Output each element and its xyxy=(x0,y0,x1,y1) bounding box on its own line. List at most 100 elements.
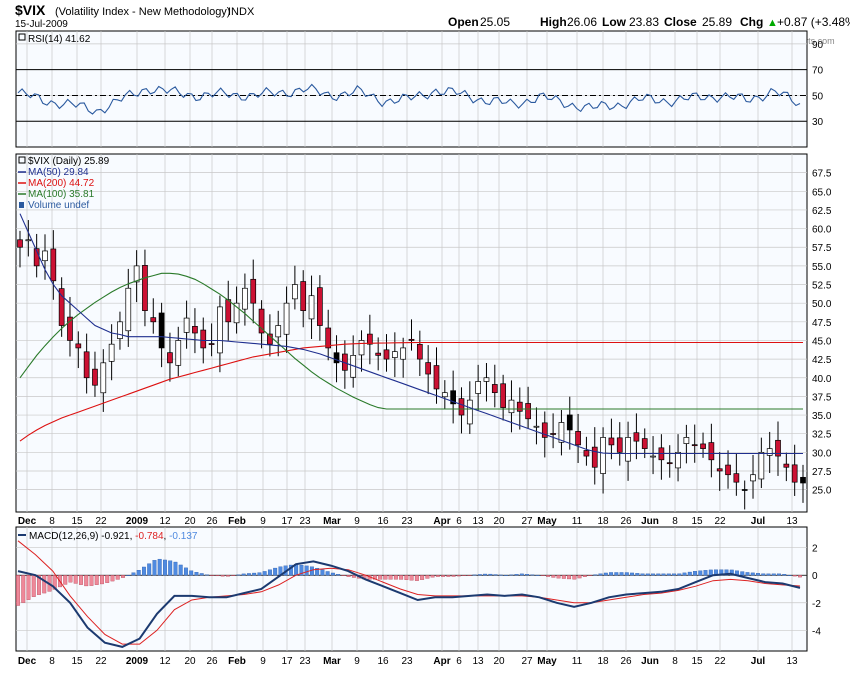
panel-frame xyxy=(15,526,808,652)
x-tick-label: 13 xyxy=(472,516,484,527)
y-tick-label: 0 xyxy=(812,571,818,582)
macd-histogram-bar xyxy=(682,572,687,576)
macd-histogram-bar xyxy=(708,569,713,576)
x-tick-label: 8 xyxy=(672,656,678,667)
macd-histogram-bar xyxy=(173,561,178,576)
low-value: 23.83 xyxy=(629,15,659,29)
legend-entry: MA(100) 35.81 xyxy=(28,189,95,200)
macd-histogram-bar xyxy=(761,573,766,576)
x-tick-label: 15 xyxy=(691,656,703,667)
x-tick-label: Apr xyxy=(433,656,450,667)
macd-histogram-bar xyxy=(409,575,414,581)
candle-body xyxy=(208,343,215,345)
macd-histogram-bar xyxy=(771,573,776,576)
x-tick-label: 16 xyxy=(377,516,389,527)
candle-body xyxy=(791,464,798,483)
candle-body xyxy=(525,403,531,420)
macd-histogram-bar xyxy=(693,571,697,576)
macd-histogram-bar xyxy=(777,573,781,576)
candle-body xyxy=(550,433,556,435)
macd-histogram-bar xyxy=(336,574,341,576)
macd-histogram-bar xyxy=(519,573,524,576)
candle-body xyxy=(683,437,690,444)
macd-histogram-bar xyxy=(477,574,482,576)
macd-histogram-bar xyxy=(635,573,640,576)
macd-histogram-bar xyxy=(388,575,393,580)
high-value: 26.06 xyxy=(567,15,597,29)
y-tick-label: 90 xyxy=(812,40,824,51)
candle-body xyxy=(408,338,415,341)
candle-body xyxy=(292,284,298,300)
macd-histogram-bar xyxy=(204,574,209,576)
macd-histogram-bar xyxy=(26,575,31,600)
candle-body xyxy=(275,325,282,338)
x-tick-label: 8 xyxy=(49,516,55,527)
macd-histogram-bar xyxy=(798,575,802,578)
macd-histogram-bar xyxy=(157,558,162,576)
y-tick-label: 35.0 xyxy=(812,411,832,422)
candle-body xyxy=(666,462,673,465)
x-tick-label: 18 xyxy=(597,656,609,667)
x-tick-label: 12 xyxy=(159,516,171,527)
candle-body xyxy=(641,438,648,449)
macd-histogram-bar xyxy=(273,567,278,576)
x-tick-label: 23 xyxy=(401,656,413,667)
x-tick-label: 9 xyxy=(260,656,266,667)
macd-histogram-bar xyxy=(750,572,755,576)
x-tick-label: Jun xyxy=(641,656,659,667)
candle-body xyxy=(466,399,473,425)
macd-histogram-bar xyxy=(703,570,708,576)
x-tick-label: 22 xyxy=(95,516,107,527)
candle-body xyxy=(708,442,715,461)
x-tick-label: 13 xyxy=(786,656,798,667)
macd-histogram-bar xyxy=(556,575,561,579)
macd-legend-label: MACD(12,26,9) -0.921, -0.784, -0.137 xyxy=(29,531,198,542)
macd-histogram-bar xyxy=(320,569,325,576)
candle-body xyxy=(50,248,57,282)
x-tick-label: 15 xyxy=(71,656,83,667)
candle-body xyxy=(308,295,315,320)
macd-histogram-bar xyxy=(467,575,472,576)
x-tick-label: Jul xyxy=(751,656,766,667)
x-tick-label: 20 xyxy=(184,656,196,667)
x-tick-label: 20 xyxy=(184,516,196,527)
macd-histogram-bar xyxy=(325,571,330,576)
macd-histogram-bar xyxy=(404,575,409,580)
y-tick-label: 25.0 xyxy=(812,486,832,497)
candle-body xyxy=(400,347,407,360)
candle-body xyxy=(491,384,498,394)
macd-histogram-bar xyxy=(147,563,152,576)
macd-histogram-bar xyxy=(672,573,676,576)
macd-histogram-bar xyxy=(220,575,225,577)
y-tick-label: 2 xyxy=(812,544,818,555)
macd-histogram-bar xyxy=(79,575,83,585)
macd-histogram-bar xyxy=(603,572,608,576)
candle-body xyxy=(750,474,756,482)
candle-body xyxy=(608,437,615,446)
candle-body xyxy=(92,368,98,386)
macd-histogram-bar xyxy=(514,574,519,576)
x-tick-label: 23 xyxy=(401,516,413,527)
chart-svg: $VIX (Volatility Index - New Methodology… xyxy=(15,2,850,667)
macd-histogram-bar xyxy=(687,571,692,576)
candle-body xyxy=(441,392,448,398)
candle-body xyxy=(425,362,432,375)
macd-histogram-bar xyxy=(31,575,36,597)
x-tick-label: 26 xyxy=(206,516,218,527)
macd-histogram-bar xyxy=(498,574,503,576)
legend-entry: $VIX (Daily) 25.89 xyxy=(28,156,110,167)
macd-histogram-bar xyxy=(766,573,771,576)
macd-histogram-bar xyxy=(446,575,451,577)
x-tick-label: Mar xyxy=(323,656,341,667)
x-tick-label: 9 xyxy=(260,516,266,527)
stock-chart: $VIX (Volatility Index - New Methodology… xyxy=(0,0,850,668)
legend-entry: MA(50) 29.84 xyxy=(28,167,89,178)
x-tick-label: 2009 xyxy=(126,516,149,527)
macd-histogram-bar xyxy=(677,573,682,576)
low-label: Low xyxy=(602,15,627,29)
macd-histogram-bar xyxy=(645,573,650,576)
x-tick-label: 27 xyxy=(521,656,533,667)
chg-value: +0.87 (+3.48%) xyxy=(777,15,850,29)
x-tick-label: 23 xyxy=(299,656,311,667)
x-tick-label: 22 xyxy=(714,516,726,527)
